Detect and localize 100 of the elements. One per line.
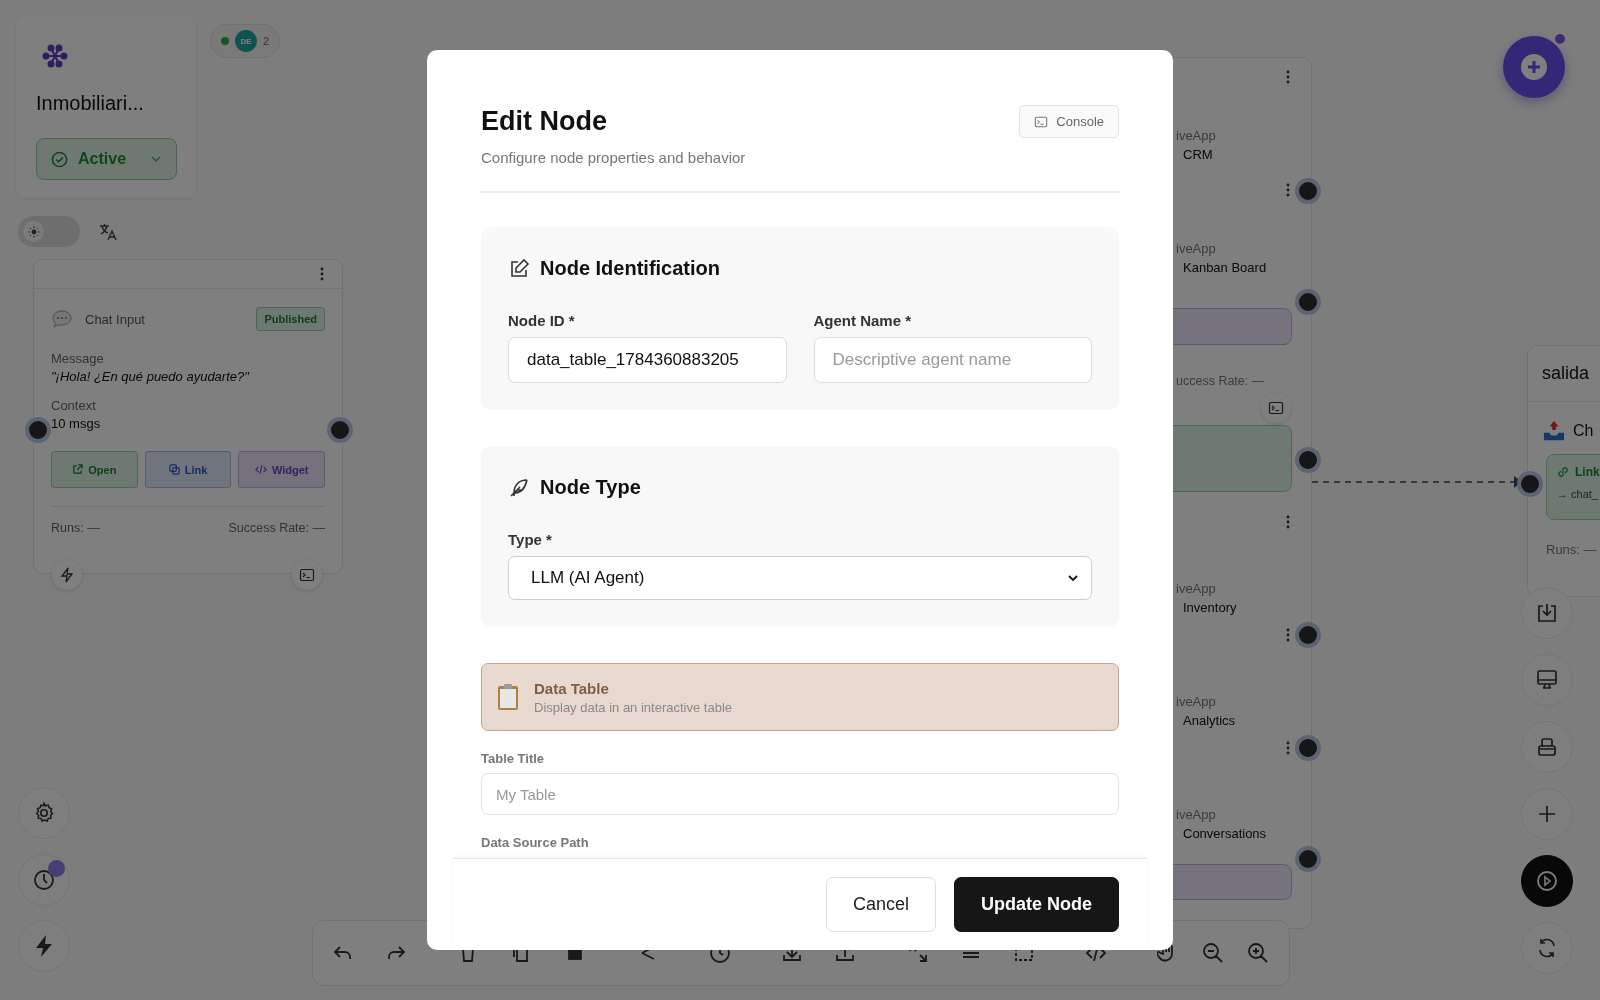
more-icon[interactable] <box>1286 183 1290 197</box>
status-badge: Published <box>256 307 325 331</box>
connection-handle[interactable] <box>1295 178 1321 204</box>
add-button[interactable] <box>1503 36 1565 98</box>
node-type-label: iveApp <box>1176 807 1217 822</box>
user-count: 2 <box>263 35 270 47</box>
bolt-icon <box>59 567 75 583</box>
node-name: Analytics <box>1182 713 1236 728</box>
field-label: Node ID * <box>508 312 576 329</box>
node-card[interactable]: Chat Input Published Message "¡Hola! ¿En qué puedo ayudarte?" Context 10 msgs Open Link Widget Runs: — Success Rate: — <box>33 259 343 574</box>
terminal-icon <box>299 567 315 583</box>
clock-icon <box>32 868 56 892</box>
network-logo-icon <box>41 42 69 70</box>
terminal-icon <box>1268 400 1284 416</box>
history-button[interactable] <box>18 854 70 906</box>
connection-handle[interactable] <box>1295 447 1321 473</box>
input-field[interactable]: Descriptive agent name <box>813 337 1092 383</box>
clipboard-icon <box>496 683 520 711</box>
plus-button[interactable] <box>1521 788 1573 840</box>
plus-icon <box>1519 52 1549 82</box>
node-label: Ch <box>1573 422 1594 440</box>
success-rate-text: uccess Rate: — <box>1176 374 1265 388</box>
edit-icon <box>508 257 530 280</box>
runs-text: Runs: — <box>51 521 100 535</box>
refresh-button[interactable] <box>1521 922 1573 974</box>
connection-handle[interactable] <box>327 417 353 443</box>
connection-handle[interactable] <box>1295 735 1321 761</box>
outbox-tray-icon <box>1542 420 1566 442</box>
more-icon[interactable] <box>1286 70 1290 84</box>
widget-button[interactable]: Widget <box>238 451 325 488</box>
terminal-button[interactable] <box>292 560 322 590</box>
type-select[interactable]: LLM (AI Agent) <box>508 556 1092 600</box>
stack-button[interactable] <box>1521 721 1573 773</box>
feather-icon <box>508 476 530 499</box>
field-value: "¡Hola! ¿En qué puedo ayudarte?" <box>51 369 251 384</box>
open-button[interactable]: Open <box>51 451 138 488</box>
node-type-label: iveApp <box>1176 581 1217 596</box>
run-button[interactable] <box>1521 855 1573 907</box>
node-type-label: iveApp <box>1176 694 1217 709</box>
node-card[interactable]: salida Ch Link → chat_ Runs: — <box>1527 345 1600 597</box>
node-name: Inventory <box>1182 600 1237 615</box>
monitor-button[interactable] <box>1521 654 1573 706</box>
bolt-button[interactable] <box>18 920 70 972</box>
node-name: CRM <box>1182 147 1214 162</box>
play-icon <box>1535 869 1559 893</box>
node-type-card[interactable]: Data Table Display data in an interactive table <box>481 663 1119 731</box>
update-button[interactable]: Update Node <box>954 877 1119 932</box>
connection-handle[interactable] <box>25 417 51 443</box>
workspace-title: Inmobiliari... <box>36 92 144 115</box>
theme-toggle[interactable] <box>18 216 80 247</box>
chat-bubble-icon <box>51 309 73 329</box>
field-label: Type * <box>508 531 553 548</box>
bolt-icon <box>33 934 55 958</box>
node-title: salida <box>1542 363 1590 384</box>
field-value: 10 msgs <box>51 416 102 431</box>
settings-button[interactable] <box>18 787 70 839</box>
field-label: Data Source Path <box>481 835 590 850</box>
connection-handle[interactable] <box>1295 289 1321 315</box>
node-title: Chat Input <box>85 311 145 327</box>
link-target: → chat_ <box>1557 488 1599 500</box>
node-name: Kanban Board <box>1182 260 1267 275</box>
node-type-title: Data Table <box>534 679 610 697</box>
link-label: Link <box>1575 465 1600 479</box>
check-circle-icon <box>51 150 68 168</box>
zoomin-icon[interactable] <box>1247 942 1269 964</box>
connection-handle[interactable] <box>1295 846 1321 872</box>
input-field[interactable]: data_table_1784360883205 <box>508 337 787 383</box>
runs-text: Runs: — <box>1546 542 1598 557</box>
presence-pill[interactable]: DE 2 <box>210 24 281 58</box>
connection-handle[interactable] <box>1517 471 1543 497</box>
input-field[interactable]: My Table <box>481 773 1119 815</box>
field-label: Agent Name * <box>813 312 913 329</box>
console-button[interactable]: Console <box>1019 105 1119 138</box>
node-type-label: iveApp <box>1176 128 1216 143</box>
section-heading: Node Identification <box>540 257 720 280</box>
cancel-button[interactable]: Cancel <box>825 877 936 932</box>
dialog-subtitle: Configure node properties and behavior <box>481 149 746 166</box>
link-icon <box>1557 466 1569 478</box>
connection-handle[interactable] <box>1295 622 1321 648</box>
more-icon[interactable] <box>1286 741 1290 755</box>
bolt-button[interactable] <box>52 560 82 590</box>
more-icon[interactable] <box>1286 628 1290 642</box>
more-icon[interactable] <box>320 267 324 281</box>
section-heading: Node Type <box>540 476 641 499</box>
link-button[interactable]: Link <box>144 451 232 488</box>
monitor-icon <box>1535 668 1559 692</box>
zoomout-icon[interactable] <box>1202 942 1224 964</box>
dialog-title: Edit Node <box>481 106 608 137</box>
download-button[interactable] <box>1521 587 1573 639</box>
translate-icon[interactable] <box>98 222 118 242</box>
more-icon[interactable] <box>1286 515 1290 529</box>
node-name: Conversations <box>1182 826 1267 841</box>
field-label: Context <box>51 398 97 413</box>
success-rate-text: Success Rate: — <box>228 521 325 535</box>
notification-dot <box>1553 32 1567 46</box>
node-type-description: Display data in an interactive table <box>534 699 732 715</box>
node-type-label: iveApp <box>1176 241 1217 256</box>
printer-icon <box>1535 735 1559 759</box>
code-icon <box>254 464 267 475</box>
terminal-icon <box>1034 114 1049 129</box>
